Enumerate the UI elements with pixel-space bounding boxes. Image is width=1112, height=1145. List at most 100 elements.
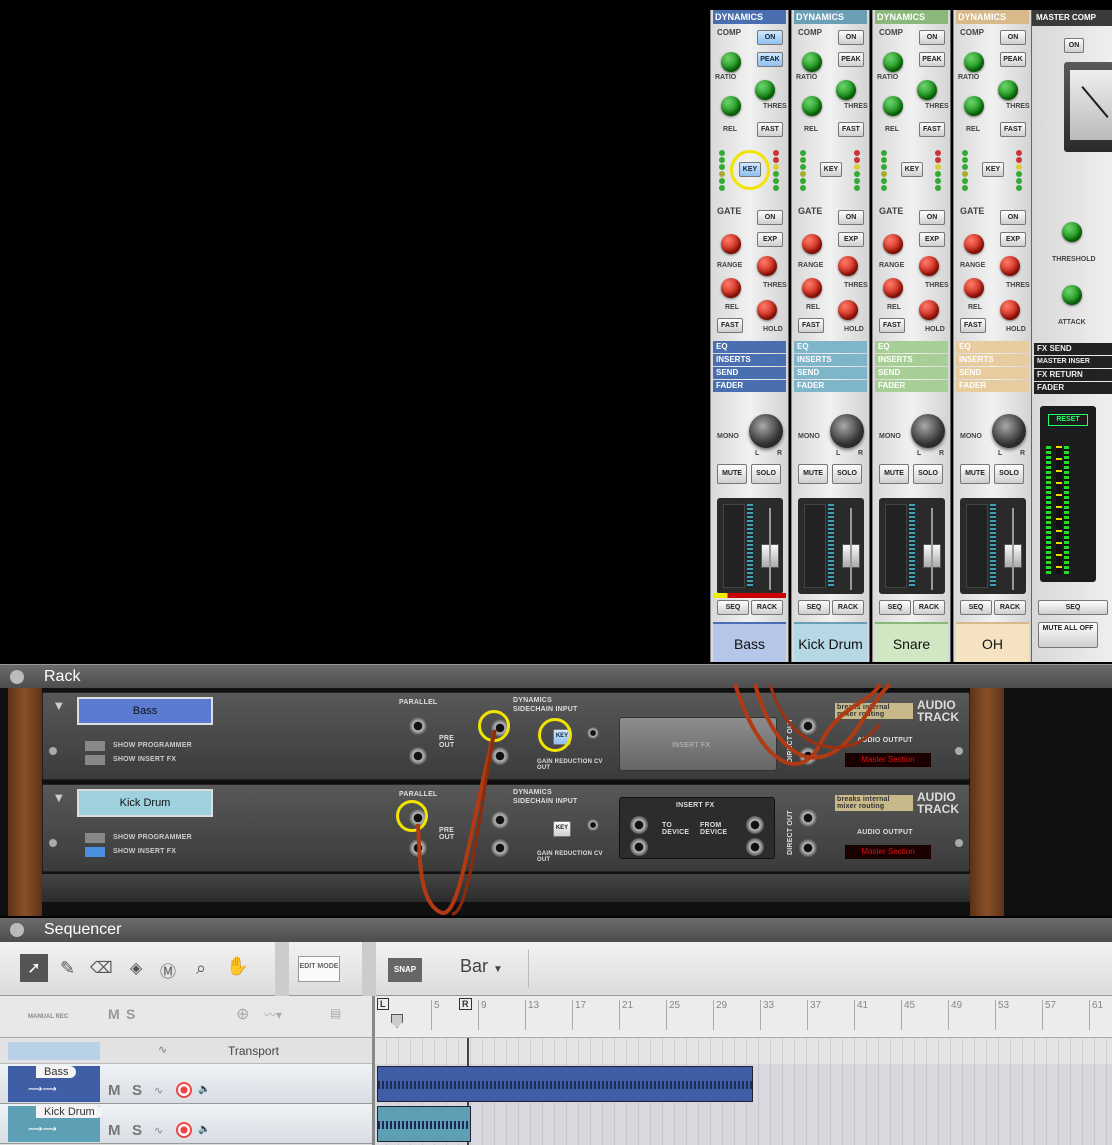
inserts-section-tab[interactable]: INSERTS [875,354,948,366]
comp-on-button[interactable]: ON [838,30,864,45]
send-section-tab[interactable]: SEND [875,367,948,379]
track-name[interactable]: Kick Drum [36,1106,103,1118]
rack-button[interactable]: RACK [994,600,1026,615]
comp-release-knob[interactable] [883,96,903,116]
master-threshold-knob[interactable] [1062,222,1082,242]
gate-on-button[interactable]: ON [919,210,945,225]
seq-button[interactable]: SEQ [717,600,749,615]
track-mute-button[interactable]: M [108,1122,121,1139]
record-arm-icon[interactable] [176,1122,192,1138]
rack-button[interactable]: RACK [751,600,783,615]
channel-name[interactable]: OH [956,622,1029,662]
fader-section-tab[interactable]: FADER [875,380,948,392]
comp-release-knob[interactable] [802,96,822,116]
automation-icon[interactable]: ∿ [154,1124,163,1137]
fader-section-tab[interactable]: FADER [713,380,786,392]
ratio-knob[interactable] [802,52,822,72]
send-section-tab[interactable]: SEND [794,367,867,379]
peak-button[interactable]: PEAK [1000,52,1026,67]
gate-threshold-knob[interactable] [1000,256,1020,276]
gate-release-knob[interactable] [802,278,822,298]
gate-hold-knob[interactable] [1000,300,1020,320]
razor-tool-icon[interactable]: ◈ [130,958,142,977]
expander-button[interactable]: EXP [757,232,783,247]
transport-track[interactable]: ∿ Transport [0,1038,372,1064]
rack-button[interactable]: RACK [832,600,864,615]
gate-fast-button[interactable]: FAST [879,318,905,333]
key-button[interactable]: KEY [901,162,923,177]
loop-right-marker[interactable]: R [459,998,472,1010]
hand-tool-icon[interactable]: ✋ [226,956,248,977]
ratio-knob[interactable] [964,52,984,72]
comp-on-button[interactable]: ON [919,30,945,45]
master-insert[interactable]: MASTER INSER [1034,356,1112,368]
gate-range-knob[interactable] [802,234,822,254]
gate-range-knob[interactable] [883,234,903,254]
send-section-tab[interactable]: SEND [956,367,1029,379]
mute-all-off-button[interactable]: MUTE ALL OFF [1038,622,1098,648]
pan-knob[interactable] [911,414,945,448]
key-button[interactable]: KEY [982,162,1004,177]
track-name[interactable]: Bass [36,1066,77,1078]
ratio-knob[interactable] [721,52,741,72]
pan-knob[interactable] [830,414,864,448]
eq-section-tab[interactable]: EQ [956,341,1029,353]
eq-section-tab[interactable]: EQ [794,341,867,353]
solo-button[interactable]: SOLO [913,464,943,484]
solo-button[interactable]: SOLO [994,464,1024,484]
gate-release-knob[interactable] [883,278,903,298]
track-solo-button[interactable]: S [132,1082,142,1099]
master-comp-on-button[interactable]: ON [1064,38,1084,53]
master-attack-knob[interactable] [1062,285,1082,305]
gate-release-knob[interactable] [721,278,741,298]
peak-button[interactable]: PEAK [919,52,945,67]
seq-button[interactable]: SEQ [798,600,830,615]
snap-value-select[interactable]: Bar ▼ [460,956,503,977]
mute-button[interactable]: MUTE [717,464,747,484]
track-list-options-icon[interactable]: ▤ [330,1006,341,1020]
peak-button[interactable]: PEAK [757,52,783,67]
comp-fast-button[interactable]: FAST [1000,122,1026,137]
gate-fast-button[interactable]: FAST [798,318,824,333]
gate-range-knob[interactable] [964,234,984,254]
gate-release-knob[interactable] [964,278,984,298]
rack-button[interactable]: RACK [913,600,945,615]
gate-hold-knob[interactable] [757,300,777,320]
loop-left-marker[interactable]: L [377,998,389,1010]
comp-fast-button[interactable]: FAST [757,122,783,137]
comp-threshold-knob[interactable] [755,80,775,100]
automation-icon[interactable]: 〰▾ [264,1006,282,1023]
channel-name[interactable]: Kick Drum [794,622,867,662]
inserts-section-tab[interactable]: INSERTS [794,354,867,366]
magnify-tool-icon[interactable]: ⌕ [196,958,206,979]
eraser-tool-icon[interactable]: ⌫ [90,958,113,977]
inserts-section-tab[interactable]: INSERTS [713,354,786,366]
gate-fast-button[interactable]: FAST [717,318,743,333]
track-solo-button[interactable]: S [132,1122,142,1139]
master-fader-tab[interactable]: FADER [1034,382,1112,394]
audio-clip[interactable] [377,1066,753,1102]
add-track-icon[interactable]: ⊕ [236,1004,249,1023]
audio-clip[interactable] [377,1106,471,1142]
comp-release-knob[interactable] [721,96,741,116]
mute-button[interactable]: MUTE [798,464,828,484]
expander-button[interactable]: EXP [919,232,945,247]
comp-threshold-knob[interactable] [917,80,937,100]
send-section-tab[interactable]: SEND [713,367,786,379]
manual-rec-button[interactable]: MANUAL REC [28,1014,68,1020]
track-row[interactable]: Kick Drum ⟿⟿ M S ∿ 🔈 [0,1104,372,1144]
comp-threshold-knob[interactable] [998,80,1018,100]
gate-on-button[interactable]: ON [757,210,783,225]
record-arm-icon[interactable] [176,1082,192,1098]
comp-fast-button[interactable]: FAST [919,122,945,137]
pan-knob[interactable] [992,414,1026,448]
comp-threshold-knob[interactable] [836,80,856,100]
fader-section-tab[interactable]: FADER [794,380,867,392]
gate-threshold-knob[interactable] [757,256,777,276]
master-reset-button[interactable]: RESET [1048,414,1088,426]
master-fx-return[interactable]: FX RETURN [1034,369,1112,381]
monitor-speaker-icon[interactable]: 🔈 [198,1084,210,1095]
peak-button[interactable]: PEAK [838,52,864,67]
mute-tool-icon[interactable]: Ⓜ [160,958,176,982]
inserts-section-tab[interactable]: INSERTS [956,354,1029,366]
